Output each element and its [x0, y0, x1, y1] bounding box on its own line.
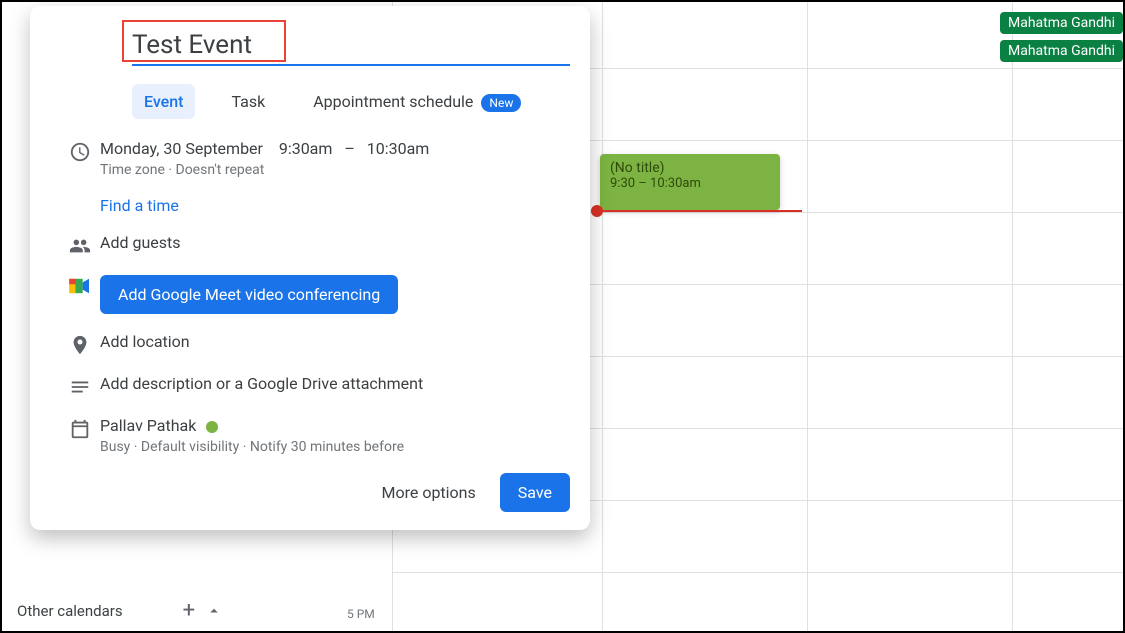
event-block-time: 9:30 – 10:30am	[610, 176, 770, 191]
other-calendars-row[interactable]: Other calendars +	[17, 598, 223, 623]
event-title-input[interactable]	[132, 26, 570, 66]
location-icon	[60, 332, 100, 356]
people-icon	[60, 233, 100, 257]
add-description-placeholder: Add description or a Google Drive attach…	[100, 374, 570, 393]
description-row[interactable]: Add description or a Google Drive attach…	[60, 374, 570, 398]
add-meet-button[interactable]: Add Google Meet video conferencing	[100, 275, 398, 314]
clock-icon	[60, 139, 100, 163]
other-calendars-label: Other calendars	[17, 602, 123, 620]
save-button[interactable]: Save	[500, 473, 570, 512]
event-type-tabs: Event Task Appointment schedule New	[132, 84, 570, 119]
event-date[interactable]: Monday, 30 September	[100, 139, 263, 158]
now-indicator-dot	[591, 205, 603, 217]
quick-create-popup: Event Task Appointment schedule New Mond…	[30, 6, 590, 530]
event-block-title: (No title)	[610, 160, 770, 176]
description-icon	[60, 374, 100, 398]
tab-appointment-label: Appointment schedule	[313, 92, 473, 111]
tab-event[interactable]: Event	[132, 84, 195, 119]
add-guests-placeholder: Add guests	[100, 233, 570, 252]
event-end-time[interactable]: 10:30am	[367, 139, 430, 158]
time-dash: –	[344, 139, 355, 158]
tab-appointment-schedule[interactable]: Appointment schedule New	[301, 84, 533, 119]
calendar-owner-row[interactable]: Pallav Pathak Busy · Default visibility …	[60, 416, 570, 455]
plus-icon[interactable]: +	[183, 598, 195, 623]
owner-settings: Busy · Default visibility · Notify 30 mi…	[100, 439, 570, 455]
time-row[interactable]: Monday, 30 September 9:30am – 10:30am Ti…	[60, 139, 570, 178]
popup-footer: More options Save	[60, 473, 570, 512]
all-day-event-chip-2[interactable]: Mahatma Gandhi	[1000, 40, 1123, 62]
calendar-event-block[interactable]: (No title) 9:30 – 10:30am	[600, 154, 780, 210]
chevron-up-icon[interactable]	[205, 602, 223, 620]
google-meet-icon	[60, 275, 100, 295]
timezone-repeat-label[interactable]: Time zone · Doesn't repeat	[100, 162, 570, 178]
all-day-event-chip-1[interactable]: Mahatma Gandhi	[1000, 12, 1123, 34]
meet-row: Add Google Meet video conferencing	[60, 275, 570, 314]
more-options-button[interactable]: More options	[368, 473, 490, 512]
owner-name: Pallav Pathak	[100, 416, 196, 435]
calendar-icon	[60, 416, 100, 440]
location-row[interactable]: Add location	[60, 332, 570, 356]
new-badge: New	[481, 94, 521, 112]
add-location-placeholder: Add location	[100, 332, 570, 351]
now-indicator-line	[592, 210, 802, 212]
guests-row[interactable]: Add guests	[60, 233, 570, 257]
status-dot	[206, 421, 218, 433]
time-label-5pm: 5 PM	[347, 607, 375, 621]
tab-task[interactable]: Task	[219, 84, 277, 119]
event-start-time[interactable]: 9:30am	[279, 139, 333, 158]
find-a-time-link[interactable]: Find a time	[100, 196, 179, 215]
